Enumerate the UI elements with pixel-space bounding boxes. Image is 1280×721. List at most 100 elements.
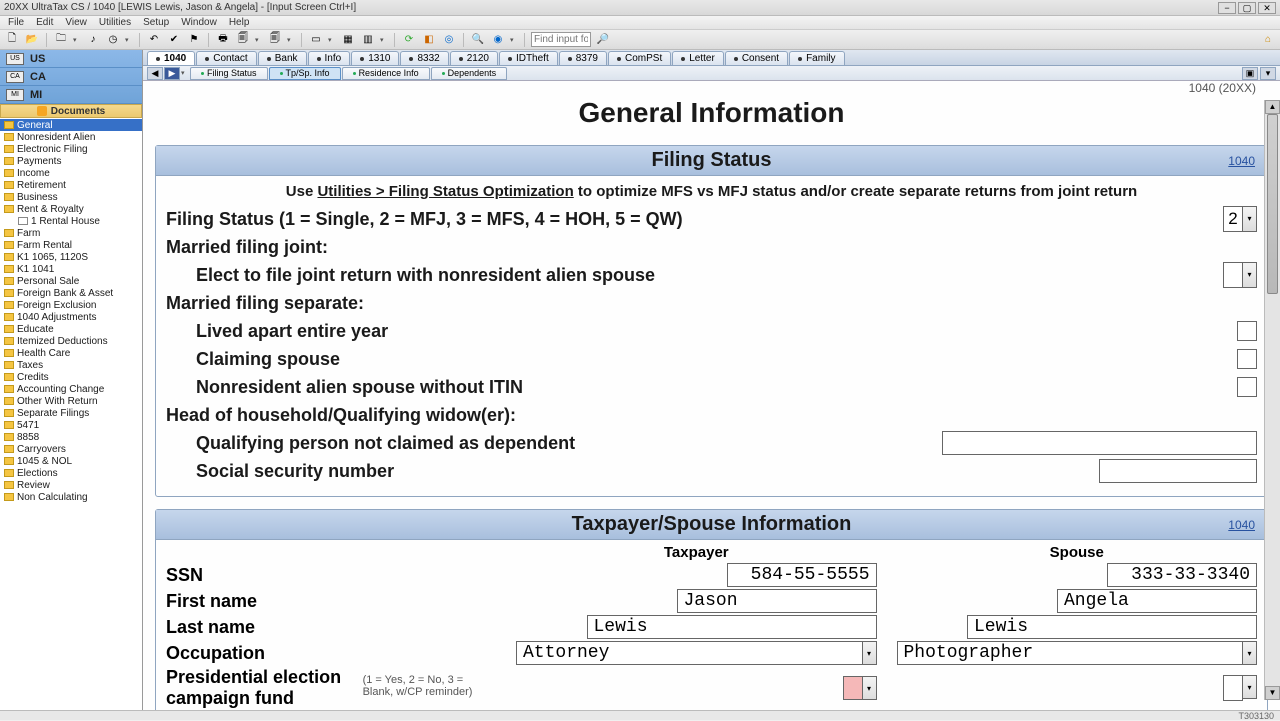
tree-node[interactable]: Personal Sale [0, 275, 142, 287]
find-input[interactable] [531, 32, 591, 47]
help-icon[interactable]: ◉ [490, 32, 506, 48]
form-tab[interactable]: IDTheft [499, 51, 558, 65]
section-link-1040[interactable]: 1040 [1228, 518, 1255, 532]
tree-node[interactable]: 5471 [0, 419, 142, 431]
tree-node[interactable]: Farm Rental [0, 239, 142, 251]
dropdown-icon[interactable]: ▾ [1243, 206, 1257, 232]
menu-file[interactable]: File [8, 17, 24, 28]
tree-node[interactable]: Elections [0, 467, 142, 479]
last-name-spouse-input[interactable] [967, 615, 1257, 639]
filing-status-code-input[interactable] [1223, 206, 1243, 232]
tree-node[interactable]: Taxes [0, 359, 142, 371]
pres-fund-spouse-input[interactable] [1223, 675, 1243, 701]
form-tab[interactable]: 8379 [559, 51, 607, 65]
tree-node[interactable]: Credits [0, 371, 142, 383]
mfj-elect-input[interactable] [1223, 262, 1243, 288]
tree-node[interactable]: Farm [0, 227, 142, 239]
dropdown-icon[interactable]: ▾ [1243, 262, 1257, 288]
grid-icon[interactable]: ▥ [360, 32, 376, 48]
scroll-thumb[interactable] [1267, 114, 1278, 294]
first-name-spouse-input[interactable] [1057, 589, 1257, 613]
note-icon[interactable]: ♪ [85, 32, 101, 48]
undo-icon[interactable]: ↶ [146, 32, 162, 48]
group-icon[interactable]: ▦ [340, 32, 356, 48]
tree-node[interactable]: Electronic Filing [0, 143, 142, 155]
form-tab[interactable]: Contact [196, 51, 256, 65]
check-icon[interactable]: ✔ [166, 32, 182, 48]
tree-node[interactable]: Itemized Deductions [0, 335, 142, 347]
occupation-taxpayer-input[interactable] [516, 641, 863, 665]
menu-setup[interactable]: Setup [143, 17, 169, 28]
open-icon[interactable]: 📂 [24, 32, 40, 48]
dropdown-icon[interactable]: ▾ [1243, 675, 1257, 699]
mfs-nra-checkbox[interactable] [1237, 377, 1257, 397]
scroll-up-icon[interactable]: ▲ [1265, 100, 1280, 114]
sub-tab[interactable]: Dependents [431, 67, 508, 80]
tree-node[interactable]: Rent & Royalty [0, 203, 142, 215]
tree-node[interactable]: K1 1065, 1120S [0, 251, 142, 263]
tree-node[interactable]: Payments [0, 155, 142, 167]
tree-node[interactable]: Educate [0, 323, 142, 335]
sub-tab[interactable]: Residence Info [342, 67, 430, 80]
pres-fund-taxpayer-input[interactable] [843, 676, 863, 700]
tree-node[interactable]: Health Care [0, 347, 142, 359]
tree-node[interactable]: Accounting Change [0, 383, 142, 395]
close-button[interactable]: ✕ [1258, 2, 1276, 14]
preview-icon[interactable]: 🗐 [235, 32, 251, 48]
menu-window[interactable]: Window [181, 17, 217, 28]
tree-node[interactable]: Business [0, 191, 142, 203]
mfs-claiming-checkbox[interactable] [1237, 349, 1257, 369]
menu-help[interactable]: Help [229, 17, 250, 28]
minimize-button[interactable]: − [1218, 2, 1236, 14]
nav-back-button[interactable]: ◀ [147, 67, 163, 80]
form-tab[interactable]: 2120 [450, 51, 498, 65]
occupation-spouse-input[interactable] [897, 641, 1244, 665]
more-button[interactable]: ▾ [1260, 67, 1276, 80]
tree-node[interactable]: Review [0, 479, 142, 491]
section-link-1040[interactable]: 1040 [1228, 154, 1255, 168]
cube-icon[interactable]: ◧ [421, 32, 437, 48]
form-tab[interactable]: 1310 [351, 51, 399, 65]
tree-node[interactable]: Separate Filings [0, 407, 142, 419]
tree-node[interactable]: General [0, 119, 142, 131]
globe-icon[interactable]: ◷ [105, 32, 121, 48]
last-name-taxpayer-input[interactable] [587, 615, 877, 639]
form-tab[interactable]: ComPSt [608, 51, 671, 65]
documents-header[interactable]: Documents [0, 104, 142, 118]
view-icon[interactable]: ▭ [308, 32, 324, 48]
vertical-scrollbar[interactable]: ▲ ▼ [1264, 100, 1280, 700]
utilities-link[interactable]: Utilities > Filing Status Optimization [317, 183, 573, 200]
tree-node[interactable]: Retirement [0, 179, 142, 191]
jurisdiction-mi[interactable]: MI MI [0, 86, 142, 104]
form-tab[interactable]: Letter [672, 51, 724, 65]
tree-node[interactable]: Income [0, 167, 142, 179]
hoh-qp-input[interactable] [942, 431, 1257, 455]
ssn-spouse-input[interactable] [1107, 563, 1257, 587]
form-tab[interactable]: Family [789, 51, 844, 65]
tree-node[interactable]: Foreign Exclusion [0, 299, 142, 311]
maximize-button[interactable]: ▢ [1238, 2, 1256, 14]
home-icon[interactable]: ⌂ [1260, 32, 1276, 48]
menu-view[interactable]: View [65, 17, 87, 28]
tree-node[interactable]: Non Calculating [0, 491, 142, 503]
form-tab[interactable]: 8332 [400, 51, 448, 65]
tree-node[interactable]: K1 1041 [0, 263, 142, 275]
first-name-taxpayer-input[interactable] [677, 589, 877, 613]
form-tab[interactable]: 1040 [147, 51, 195, 65]
web-icon[interactable]: ◎ [441, 32, 457, 48]
tree-node[interactable]: Other With Return [0, 395, 142, 407]
options-icon[interactable]: 🗐 [267, 32, 283, 48]
ssn-taxpayer-input[interactable] [727, 563, 877, 587]
form-tab[interactable]: Bank [258, 51, 307, 65]
jurisdiction-ca[interactable]: CA CA [0, 68, 142, 86]
print-icon[interactable]: 🖶 [215, 32, 231, 48]
hoh-ssn-input[interactable] [1099, 459, 1257, 483]
expand-button[interactable]: ▣ [1242, 67, 1258, 80]
dropdown-icon[interactable]: ▾ [863, 641, 877, 665]
mfs-apart-checkbox[interactable] [1237, 321, 1257, 341]
sub-tab[interactable]: Tp/Sp. Info [269, 67, 341, 80]
tree-node[interactable]: 1040 Adjustments [0, 311, 142, 323]
sub-tab[interactable]: Filing Status [190, 67, 268, 80]
tree-node[interactable]: Nonresident Alien [0, 131, 142, 143]
nav-fwd-button[interactable]: ▶ [164, 67, 180, 80]
